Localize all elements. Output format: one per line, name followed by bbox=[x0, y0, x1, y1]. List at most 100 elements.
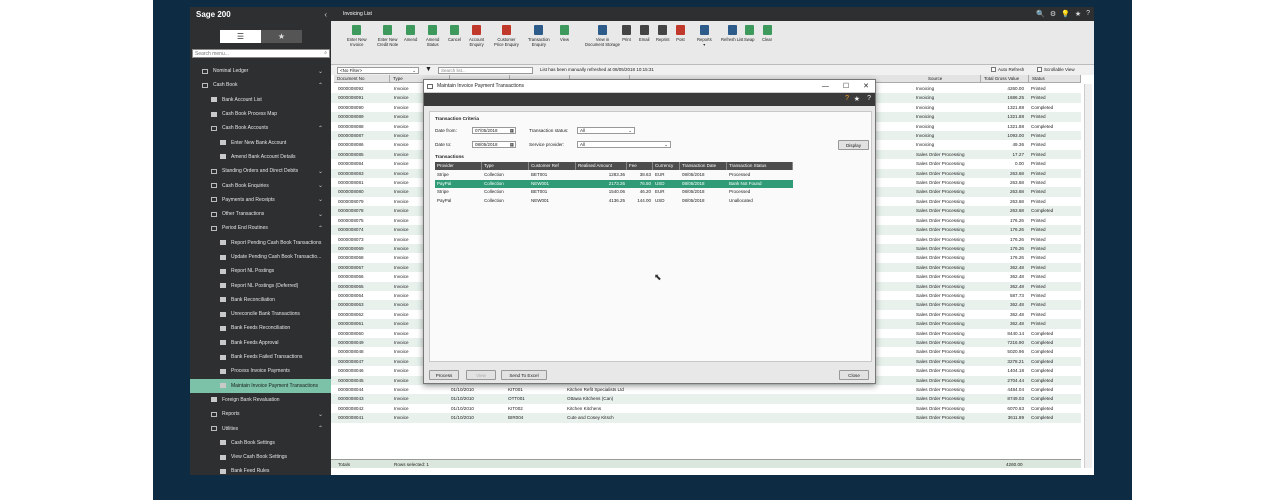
send-to-excel-button[interactable]: Send To Excel bbox=[501, 370, 547, 380]
help-icon[interactable]: ? bbox=[867, 95, 871, 102]
sidebar-item[interactable]: Cash Book Accounts ⌃ bbox=[190, 121, 331, 135]
ribbon-button[interactable]: View bbox=[560, 25, 569, 42]
lightbulb-icon[interactable]: ? bbox=[845, 95, 849, 102]
chevron-down-icon[interactable]: ⌄ bbox=[318, 411, 323, 418]
ribbon-button[interactable]: Reports ▾ bbox=[697, 25, 712, 47]
collapse-sidebar-icon[interactable]: ‹ bbox=[324, 10, 327, 19]
view-button[interactable]: View bbox=[466, 370, 496, 380]
sidebar-item[interactable]: Other Transactions ⌄ bbox=[190, 207, 331, 221]
sidebar-item[interactable]: Utilities ⌃ bbox=[190, 421, 331, 435]
filter-select[interactable]: <No Filter> ⌄ bbox=[337, 67, 419, 74]
ribbon-button[interactable]: Transaction Enquiry bbox=[528, 25, 550, 47]
chevron-up-icon[interactable]: ⌃ bbox=[318, 82, 323, 89]
date-to-field[interactable]: 08/05/2018 ▦ bbox=[472, 141, 516, 148]
ribbon-button[interactable]: Account Enquiry bbox=[469, 25, 484, 47]
transactions-column-header[interactable]: Type bbox=[482, 162, 529, 170]
chevron-down-icon[interactable]: ⌄ bbox=[318, 168, 323, 175]
sidebar-item[interactable]: Cash Book Enquiries ⌄ bbox=[190, 178, 331, 192]
transactions-column-header[interactable]: Transaction Date bbox=[680, 162, 727, 170]
sidebar-item[interactable]: Report NL Postings bbox=[190, 264, 331, 278]
calendar-icon[interactable]: ▦ bbox=[510, 142, 514, 148]
transactions-column-header[interactable]: Realised Amount bbox=[576, 162, 627, 170]
grid-column-header[interactable]: Total Gross Value bbox=[981, 75, 1029, 83]
table-row[interactable]: 0000008044 Invoice 01/10/2010 KIT001 Kitchen… bbox=[331, 385, 1081, 394]
provider-select[interactable]: All ⌄ bbox=[577, 141, 671, 148]
status-select[interactable]: All ⌄ bbox=[577, 127, 635, 134]
transactions-column-header[interactable]: Provider bbox=[435, 162, 482, 170]
list-search-input[interactable]: Search list... bbox=[438, 67, 533, 74]
ribbon-button[interactable]: Clear bbox=[762, 25, 772, 42]
ribbon-button[interactable]: Enter New Invoice bbox=[347, 25, 367, 47]
sidebar-item[interactable]: Report Pending Cash Book Transactions bbox=[190, 236, 331, 250]
chevron-down-icon[interactable]: ⌄ bbox=[318, 182, 323, 189]
transactions-column-header[interactable]: Currency bbox=[653, 162, 680, 170]
ribbon-button[interactable]: Swap bbox=[744, 25, 754, 42]
sidebar-item[interactable]: Bank Feeds Approval bbox=[190, 336, 331, 350]
sidebar-item[interactable]: Bank Account List bbox=[190, 93, 331, 107]
close-icon[interactable]: ✕ bbox=[863, 80, 869, 93]
sidebar-item[interactable]: Bank Feeds Reconciliation bbox=[190, 321, 331, 335]
sidebar-item[interactable]: Bank Feed Rules bbox=[190, 464, 331, 478]
process-button[interactable]: Process bbox=[429, 370, 459, 380]
chevron-up-icon[interactable]: ⌃ bbox=[318, 125, 323, 132]
grid-column-header[interactable]: Document No bbox=[334, 75, 390, 83]
sidebar-item[interactable]: Process Invoice Payments bbox=[190, 364, 331, 378]
sidebar-item[interactable]: Reports ⌄ bbox=[190, 407, 331, 421]
menu-search-input[interactable]: Search menu... ⌕ bbox=[192, 49, 330, 58]
grid-scrollbar[interactable] bbox=[1084, 84, 1092, 468]
maximize-icon[interactable]: ☐ bbox=[843, 80, 849, 93]
sidebar-item[interactable]: Unreconcile Bank Transactions bbox=[190, 307, 331, 321]
ribbon-button[interactable]: Post bbox=[676, 25, 685, 42]
table-row[interactable]: 0000008041 Invoice 01/10/2010 BIR004 Cute an… bbox=[331, 413, 1081, 423]
display-button[interactable]: Display bbox=[838, 140, 869, 150]
gear-icon[interactable]: ⚙ bbox=[1050, 10, 1056, 18]
ribbon-button[interactable]: Enter New Credit Note bbox=[377, 25, 398, 47]
sidebar-item[interactable]: Nominal Ledger ⌄ bbox=[190, 64, 331, 78]
ribbon-button[interactable]: View in Document Storage bbox=[585, 25, 620, 47]
transactions-column-header[interactable]: Customer Ref bbox=[529, 162, 576, 170]
ribbon-button[interactable]: Email bbox=[639, 25, 649, 42]
ribbon-button[interactable]: Customer Price Enquiry bbox=[494, 25, 519, 47]
chevron-down-icon[interactable]: ⌄ bbox=[318, 196, 323, 203]
sidebar-item[interactable]: Payments and Receipts ⌄ bbox=[190, 193, 331, 207]
favourites-tab[interactable]: ★ bbox=[261, 30, 302, 43]
sidebar-item[interactable]: Period End Routines ⌃ bbox=[190, 221, 331, 235]
sidebar-item[interactable]: Foreign Bank Revaluation bbox=[190, 393, 331, 407]
sidebar-item[interactable]: Bank Reconciliation bbox=[190, 293, 331, 307]
sidebar-item[interactable]: Enter New Bank Account bbox=[190, 135, 331, 149]
ribbon-button[interactable]: Print bbox=[622, 25, 631, 42]
search-icon[interactable]: 🔍 bbox=[1036, 10, 1045, 18]
sidebar-item[interactable]: Bank Feeds Failed Transactions bbox=[190, 350, 331, 364]
sidebar-item[interactable]: Amend Bank Account Details bbox=[190, 150, 331, 164]
sidebar-item[interactable]: View Cash Book Settings bbox=[190, 450, 331, 464]
star-icon[interactable]: ★ bbox=[854, 95, 860, 103]
help-icon[interactable]: ? bbox=[1086, 10, 1090, 18]
chevron-up-icon[interactable]: ⌃ bbox=[318, 425, 323, 432]
sidebar-item[interactable]: Maintain Invoice Payment Transactions bbox=[190, 378, 331, 393]
grid-column-header[interactable]: Status bbox=[1029, 75, 1081, 83]
menu-list-tab[interactable]: ☰ bbox=[220, 30, 261, 43]
chevron-down-icon[interactable]: ⌄ bbox=[318, 68, 323, 75]
ribbon-button[interactable]: Amend Status bbox=[426, 25, 439, 47]
date-from-field[interactable]: 07/05/2018 ▦ bbox=[472, 127, 516, 134]
table-row[interactable]: 0000008043 Invoice 01/10/2010 OTT001 Ottawa … bbox=[331, 394, 1081, 404]
sidebar-item[interactable]: Report NL Postings (Deferred) bbox=[190, 278, 331, 292]
auto-refresh-checkbox[interactable]: Auto Refresh bbox=[991, 67, 1024, 72]
transactions-column-header[interactable]: Fee bbox=[627, 162, 653, 170]
transaction-row[interactable]: PayPal Collection NEW001 2173.26 76.50 USD 08/… bbox=[435, 179, 793, 188]
sidebar-item[interactable]: Cash Book Process Map bbox=[190, 107, 331, 121]
filter-icon[interactable]: ▼ bbox=[425, 66, 432, 73]
chevron-down-icon[interactable]: ⌄ bbox=[318, 211, 323, 218]
ribbon-button[interactable]: Refresh List bbox=[721, 25, 743, 42]
minimize-icon[interactable]: — bbox=[822, 80, 829, 93]
close-button[interactable]: Close bbox=[839, 370, 869, 380]
ribbon-button[interactable]: Amend bbox=[404, 25, 417, 42]
chevron-up-icon[interactable]: ⌃ bbox=[318, 225, 323, 232]
transaction-row[interactable]: PayPal Collection NEW001 4136.25 144.00 USD 08… bbox=[435, 197, 793, 206]
grid-column-header[interactable]: Source bbox=[925, 75, 981, 83]
table-row[interactable]: 0000008042 Invoice 01/10/2010 KIT002 Kitchen… bbox=[331, 404, 1081, 413]
sidebar-item[interactable]: Standing Orders and Direct Debits ⌄ bbox=[190, 164, 331, 178]
scrollable-view-checkbox[interactable]: Scrollable View bbox=[1037, 67, 1075, 72]
sidebar-item[interactable]: Cash Book ⌃ bbox=[190, 78, 331, 92]
transaction-row[interactable]: Stripe Collection BET001 1283.36 38.63 EUR 08/… bbox=[435, 171, 793, 180]
